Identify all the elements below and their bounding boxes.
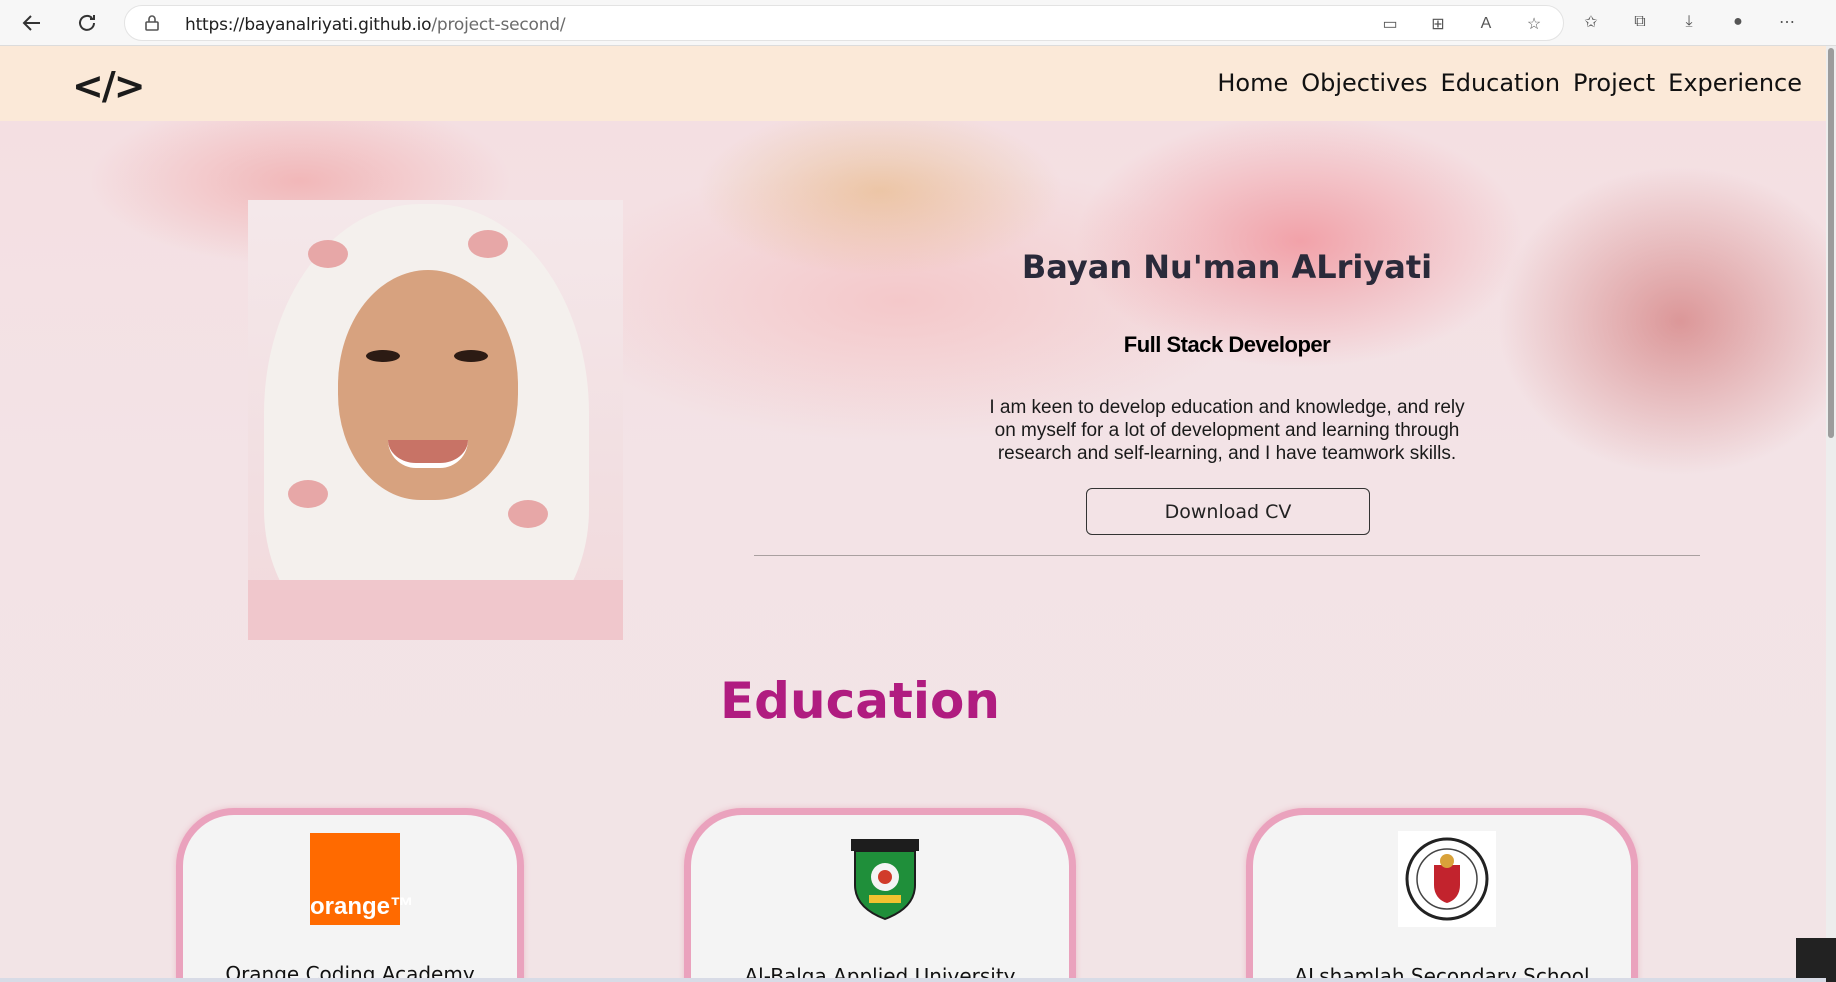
refresh-icon[interactable]	[73, 9, 101, 37]
nav-home[interactable]: Home	[1217, 69, 1288, 97]
downloads-icon[interactable]: ⤓	[1678, 12, 1700, 32]
nav-project[interactable]: Project	[1573, 69, 1655, 97]
profile-role: Full Stack Developer	[1123, 332, 1331, 357]
nav-education[interactable]: Education	[1441, 69, 1560, 97]
orange-logo-icon: orange™	[310, 833, 414, 925]
profile-icon[interactable]: ●	[1727, 12, 1749, 32]
lock-icon	[145, 15, 159, 31]
browser-toolbar: https://bayanalriyati.github.io/project-…	[0, 0, 1836, 46]
devices-icon[interactable]: ▭	[1379, 14, 1401, 34]
url-text: https://bayanalriyati.github.io/project-…	[185, 15, 566, 35]
main-nav: Home Objectives Education Project Experi…	[1217, 69, 1802, 97]
favorites-icon[interactable]: ✩	[1580, 12, 1602, 32]
education-title: Education	[720, 672, 1000, 730]
profile-name: Bayan Nu'man ALriyati	[1021, 248, 1433, 286]
nav-experience[interactable]: Experience	[1668, 69, 1802, 97]
profile-bio: I am keen to develop education and knowl…	[989, 397, 1465, 464]
ministry-seal-icon	[1398, 831, 1496, 927]
code-logo-icon[interactable]: </>	[72, 64, 146, 108]
read-aloud-icon[interactable]: A	[1475, 14, 1497, 34]
apps-icon[interactable]: ⊞	[1427, 14, 1449, 34]
education-card-balqa: Al-Balqa Applied University	[684, 808, 1076, 982]
site-header: </> Home Objectives Education Project Ex…	[0, 46, 1826, 121]
university-crest-icon	[851, 839, 919, 921]
add-favorite-icon[interactable]: ☆	[1523, 14, 1545, 34]
education-card-alshamlah: ALshamlah Secondary School	[1246, 808, 1638, 982]
back-icon[interactable]	[18, 9, 46, 37]
scrollbar-thumb[interactable]	[1828, 48, 1834, 438]
education-card-orange: orange™ Orange Coding Academy	[176, 808, 524, 982]
more-icon[interactable]: ⋯	[1776, 12, 1798, 32]
address-bar[interactable]: https://bayanalriyati.github.io/project-…	[124, 5, 1564, 41]
divider	[754, 555, 1700, 556]
download-cv-button[interactable]: Download CV	[1086, 488, 1370, 535]
collections-icon[interactable]: ⧉	[1629, 12, 1651, 32]
nav-objectives[interactable]: Objectives	[1301, 69, 1427, 97]
corner-widget	[1796, 938, 1836, 982]
page-scrollbar[interactable]	[1826, 46, 1836, 982]
bottom-edge	[0, 978, 1826, 982]
profile-photo	[248, 200, 623, 640]
